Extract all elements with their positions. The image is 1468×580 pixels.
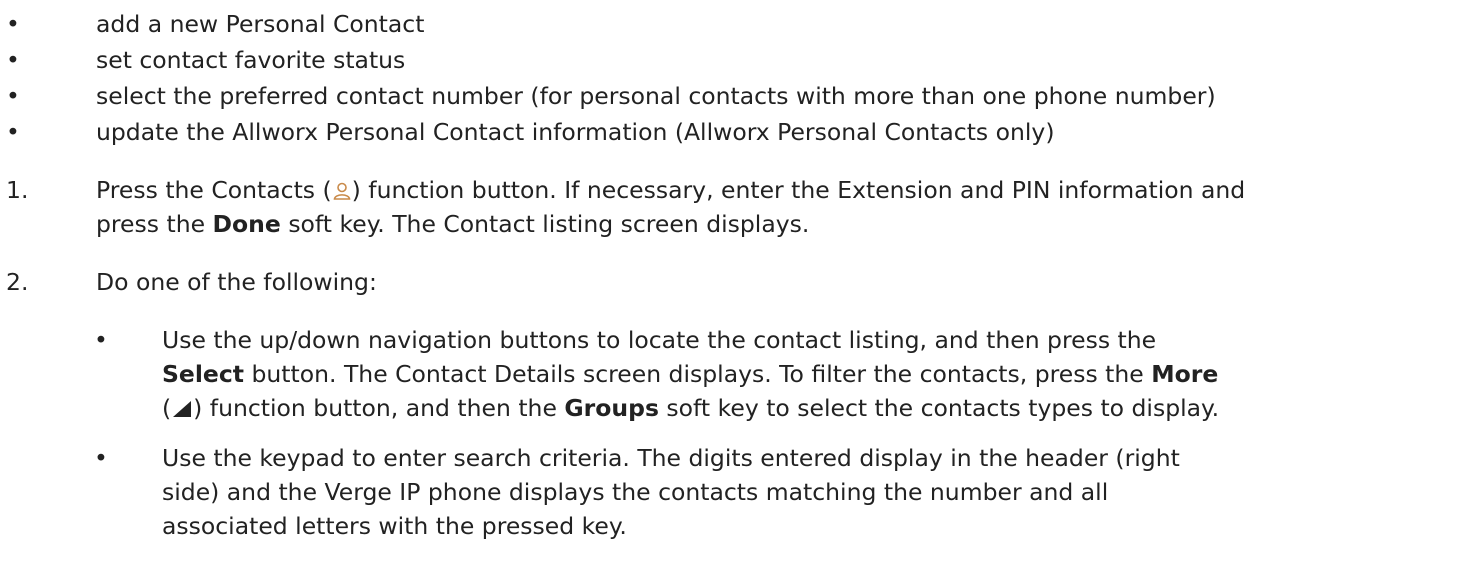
step-text: press the [96,210,213,238]
sub-item-line-2: Select button. The Contact Details scree… [162,358,1218,390]
step-2-text: Do one of the following: [96,268,377,296]
step-text: button. The Contact Details screen displ… [244,360,1152,388]
triangle-icon [171,395,193,427]
bullet: • [94,444,108,472]
sub-item-line-3: associated letters with the pressed key. [162,512,627,540]
sub-item-line-1: Use the keypad to enter search criteria.… [162,444,1180,472]
bullet: • [6,82,20,110]
step-text: ) function button, and then the [193,394,565,422]
document-page: • add a new Personal Contact • set conta… [0,0,1468,580]
step-text: ( [162,394,172,422]
button-label: More [1151,360,1219,388]
button-label: Select [162,360,245,388]
step-text: Press the Contacts ( [96,176,332,204]
list-item-text: select the preferred contact number (for… [96,82,1216,110]
softkey-label: Groups [564,394,659,422]
list-item-text: update the Allworx Personal Contact info… [96,118,1055,146]
bullet: • [6,46,20,74]
bullet: • [6,10,20,38]
step-1-line-2: press the Done soft key. The Contact lis… [96,208,809,240]
softkey-label: Done [212,210,281,238]
sub-item-line-2: side) and the Verge IP phone displays th… [162,478,1109,506]
bullet: • [94,326,108,354]
step-1-line-1: Press the Contacts ( ) function button. I… [96,174,1245,209]
sub-item-line-1: Use the up/down navigation buttons to lo… [162,326,1157,354]
step-text: soft key to select the contacts types to… [658,394,1220,422]
step-number: 2. [6,268,29,296]
sub-item-line-3: () function button, and then the Groups … [162,392,1219,427]
bullet: • [6,118,20,146]
list-item-text: set contact favorite status [96,46,406,74]
list-item-text: add a new Personal Contact [96,10,425,38]
step-number: 1. [6,176,29,204]
step-text: ) function button. If necessary, enter t… [351,176,1246,204]
step-text: soft key. The Contact listing screen dis… [280,210,810,238]
person-icon [332,177,352,209]
